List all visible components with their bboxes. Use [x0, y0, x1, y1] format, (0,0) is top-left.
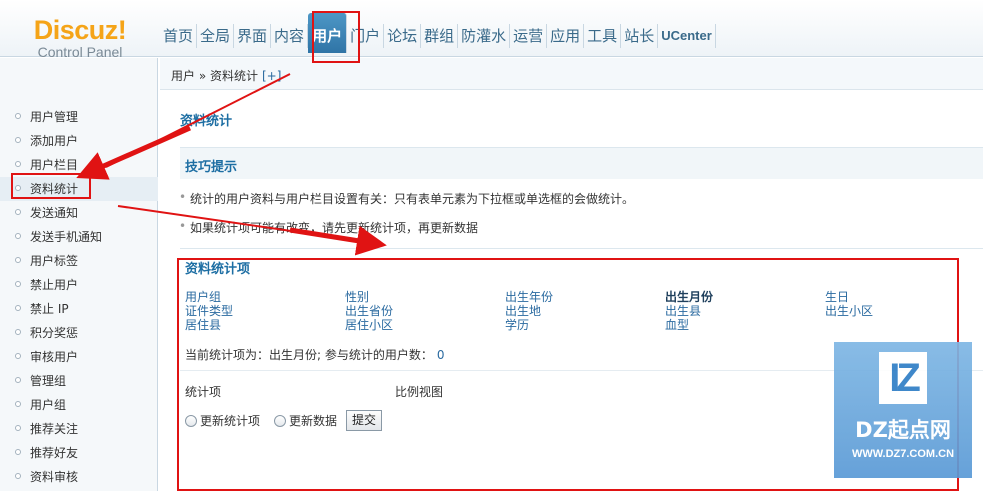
- sidebar-item-label: 推荐关注: [30, 422, 79, 436]
- nav-operation[interactable]: 运营: [510, 24, 548, 48]
- bullet-icon: [15, 281, 21, 287]
- watermark: IZ DZ起点网 WWW.DZ7.COM.CN: [834, 342, 972, 478]
- sidebar-item-label: 用户标签: [30, 254, 79, 268]
- bullet-icon: [15, 329, 21, 335]
- bullet-icon: [15, 305, 21, 311]
- breadcrumb-text: 用户 » 资料统计: [171, 69, 258, 83]
- nav-style[interactable]: 界面: [234, 24, 272, 48]
- sidebar-item-ban-ip[interactable]: 禁止 IP: [0, 297, 158, 321]
- bullet-icon: [15, 449, 21, 455]
- sidebar-item-label: 审核用户: [30, 350, 79, 364]
- bullet-icon: [15, 113, 21, 119]
- watermark-name: DZ起点网: [855, 418, 951, 442]
- bullet-icon: [15, 209, 21, 215]
- sidebar-item-label: 推荐好友: [30, 446, 79, 460]
- sidebar-item-add-user[interactable]: 添加用户: [0, 129, 158, 153]
- sidebar-item-label: 禁止用户: [30, 278, 79, 292]
- nav-forum[interactable]: 论坛: [384, 24, 422, 48]
- sidebar-item-label: 发送通知: [30, 206, 79, 220]
- bullet-icon: [15, 161, 21, 167]
- sidebar-menu: 用户管理 添加用户 用户栏目 资料统计 发送通知 发送手机通知 用户标签 禁止用…: [0, 105, 158, 489]
- bullet-icon: [15, 425, 21, 431]
- breadcrumb: 用户 » 资料统计 [+]: [171, 67, 281, 84]
- nav-ucenter[interactable]: UCenter: [658, 24, 716, 48]
- bullet-icon: [15, 257, 21, 263]
- sidebar-item-admin-groups[interactable]: 管理组: [0, 369, 158, 393]
- nav-group[interactable]: 群组: [421, 24, 459, 48]
- sidebar-item-label: 用户管理: [30, 110, 79, 124]
- nav-apps[interactable]: 应用: [547, 24, 585, 48]
- add-shortcut-link[interactable]: [+]: [262, 69, 281, 83]
- sidebar-item-user-groups[interactable]: 用户组: [0, 393, 158, 417]
- sidebar-item-recommend-follow[interactable]: 推荐关注: [0, 417, 158, 441]
- watermark-logo: IZ: [879, 352, 927, 404]
- sidebar-item-label: 积分奖惩: [30, 326, 79, 340]
- divider: [180, 248, 983, 249]
- breadcrumb-bar: 用户 » 资料统计 [+]: [160, 58, 983, 90]
- sidebar-item-user-tags[interactable]: 用户标签: [0, 249, 158, 273]
- bullet-icon: [15, 233, 21, 239]
- nav-antispam[interactable]: 防灌水: [458, 24, 511, 48]
- bullet-icon: [15, 401, 21, 407]
- bullet-icon: [15, 137, 21, 143]
- sidebar-item-send-notice[interactable]: 发送通知: [0, 201, 158, 225]
- watermark-url: WWW.DZ7.COM.CN: [851, 448, 955, 460]
- sidebar-item-label: 禁止 IP: [30, 302, 69, 316]
- nav-tools[interactable]: 工具: [584, 24, 622, 48]
- highlight-box-sidebar: [11, 173, 91, 199]
- discuz-logo[interactable]: Discuz! Control Panel: [20, 15, 140, 60]
- nav-home[interactable]: 首页: [160, 24, 198, 48]
- sidebar-item-label: 用户组: [30, 398, 67, 412]
- logo-brand: Discuz!: [33, 15, 127, 45]
- sidebar-item-ban-user[interactable]: 禁止用户: [0, 273, 158, 297]
- sidebar-item-label: 资料审核: [30, 470, 79, 484]
- bullet-icon: [15, 353, 21, 359]
- nav-global[interactable]: 全局: [197, 24, 235, 48]
- bullet-icon: [15, 377, 21, 383]
- tips-header: 技巧提示: [180, 147, 983, 179]
- nav-founder[interactable]: 站长: [621, 24, 659, 48]
- nav-content[interactable]: 内容: [271, 24, 309, 48]
- sidebar-item-label: 管理组: [30, 374, 67, 388]
- header: Discuz! Control Panel 首页 全局 界面 内容 用户 门户 …: [0, 0, 983, 60]
- sidebar-item-credits[interactable]: 积分奖惩: [0, 321, 158, 345]
- tip-line: 如果统计项可能有改变，请先更新统计项，再更新数据: [179, 219, 478, 236]
- highlight-box-nav: [312, 11, 360, 63]
- sidebar-item-send-sms[interactable]: 发送手机通知: [0, 225, 158, 249]
- sidebar: 用户管理 添加用户 用户栏目 资料统计 发送通知 发送手机通知 用户标签 禁止用…: [0, 58, 158, 491]
- sidebar-item-label: 添加用户: [30, 134, 79, 148]
- sidebar-item-profile-verify[interactable]: 资料审核: [0, 465, 158, 489]
- sidebar-item-label: 用户栏目: [30, 158, 79, 172]
- sidebar-item-moderate-users[interactable]: 审核用户: [0, 345, 158, 369]
- top-nav: 首页 全局 界面 内容 用户 门户 论坛 群组 防灌水 运营 应用 工具 站长 …: [160, 13, 716, 53]
- sidebar-item-user-manage[interactable]: 用户管理: [0, 105, 158, 129]
- tips-title: 技巧提示: [185, 160, 238, 175]
- sidebar-item-recommend-friends[interactable]: 推荐好友: [0, 441, 158, 465]
- sidebar-item-label: 发送手机通知: [30, 230, 103, 244]
- bullet-icon: [15, 473, 21, 479]
- tip-line: 统计的用户资料与用户栏目设置有关：只有表单元素为下拉框或单选框的会做统计。: [179, 190, 634, 207]
- page-title: 资料统计: [180, 114, 233, 129]
